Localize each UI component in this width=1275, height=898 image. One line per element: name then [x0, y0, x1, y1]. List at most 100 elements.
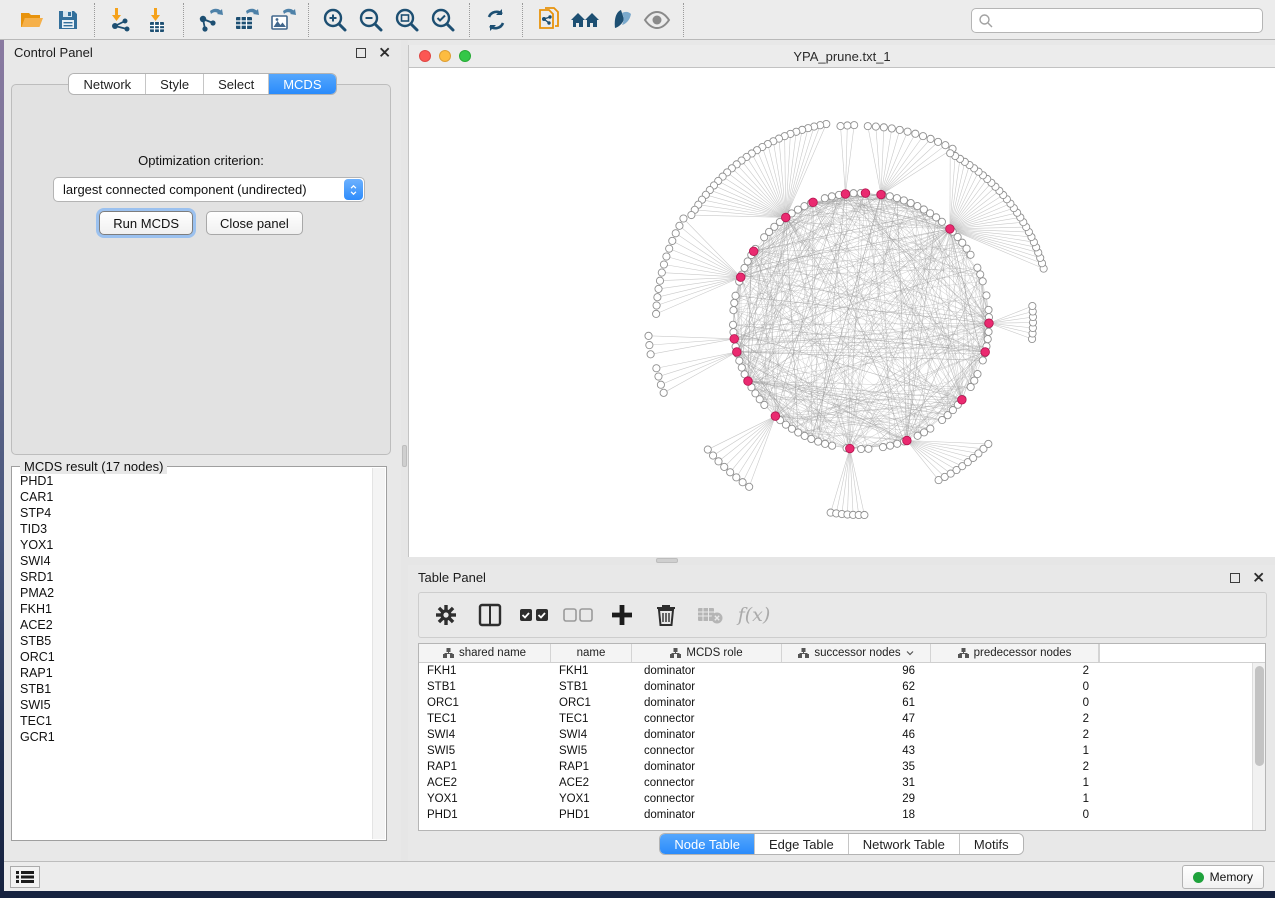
mcds-result-item[interactable]: PMA2 [20, 585, 370, 601]
close-panel-icon[interactable]: ⨯ [378, 48, 391, 58]
list-icon [16, 870, 34, 884]
mcds-result-item[interactable]: STP4 [20, 505, 370, 521]
mcds-result-item[interactable]: TEC1 [20, 713, 370, 729]
tab-motifs[interactable]: Motifs [960, 834, 1023, 854]
style-icon[interactable] [603, 4, 639, 36]
table-settings-icon[interactable] [431, 600, 461, 630]
open-file-icon[interactable] [14, 4, 50, 36]
split-panel-icon[interactable] [475, 600, 505, 630]
mcds-result-item[interactable]: SWI5 [20, 697, 370, 713]
mcds-result-item[interactable]: TID3 [20, 521, 370, 537]
mcds-result-item[interactable]: YOX1 [20, 537, 370, 553]
mcds-result-item[interactable]: ACE2 [20, 617, 370, 633]
delete-column-icon[interactable] [651, 600, 681, 630]
home-icon[interactable] [567, 4, 603, 36]
zoom-in-icon[interactable] [317, 4, 353, 36]
save-session-icon[interactable] [50, 4, 86, 36]
zoom-selected-icon[interactable] [425, 4, 461, 36]
mcds-result-item[interactable]: SRD1 [20, 569, 370, 585]
mcds-result-scrollbar[interactable] [372, 468, 385, 839]
vertical-splitter[interactable] [401, 40, 408, 861]
main-toolbar [0, 0, 1275, 40]
table-row[interactable]: YOX1YOX1connector291 [419, 791, 1265, 807]
table-row[interactable]: TEC1TEC1connector472 [419, 711, 1265, 727]
table-row[interactable]: FKH1FKH1dominator962 [419, 663, 1265, 679]
tab-select[interactable]: Select [204, 74, 269, 94]
mcds-result-list[interactable]: PHD1CAR1STP4TID3YOX1SWI4SRD1PMA2FKH1ACE2… [20, 473, 370, 836]
mcds-result-item[interactable]: SWI4 [20, 553, 370, 569]
minimize-window-icon[interactable] [439, 50, 451, 62]
mcds-result-item[interactable]: CAR1 [20, 489, 370, 505]
tab-node-table[interactable]: Node Table [660, 834, 755, 854]
mcds-result-item[interactable]: GCR1 [20, 729, 370, 745]
mcds-result-item[interactable]: STB5 [20, 633, 370, 649]
select-all-icon[interactable] [519, 600, 549, 630]
add-column-icon[interactable] [607, 600, 637, 630]
table-row[interactable]: SWI4SWI4dominator462 [419, 727, 1265, 743]
table-row[interactable]: STB1STB1dominator620 [419, 679, 1265, 695]
table-panel-title: Table Panel [418, 570, 486, 585]
float-panel-icon[interactable] [356, 48, 366, 58]
node-table[interactable]: shared namenameMCDS rolesuccessor nodesp… [418, 643, 1266, 831]
tab-network[interactable]: Network [69, 74, 146, 94]
close-window-icon[interactable] [419, 50, 431, 62]
mcds-result-item[interactable]: STB1 [20, 681, 370, 697]
network-canvas[interactable] [409, 68, 1275, 557]
mcds-result-item[interactable]: FKH1 [20, 601, 370, 617]
column-header-mcds-role[interactable]: MCDS role [632, 644, 782, 662]
delete-table-icon[interactable] [695, 600, 725, 630]
function-builder-icon[interactable]: f(x) [739, 600, 769, 630]
table-cell: FKH1 [551, 665, 632, 677]
run-mcds-button[interactable]: Run MCDS [99, 211, 193, 235]
toolbar-group-zoom [309, 3, 470, 37]
memory-status-icon [1193, 872, 1204, 883]
show-hide-icon[interactable] [639, 4, 675, 36]
memory-button[interactable]: Memory [1182, 865, 1264, 889]
table-row[interactable]: RAP1RAP1dominator352 [419, 759, 1265, 775]
table-row[interactable]: SWI5SWI5connector431 [419, 743, 1265, 759]
tab-mcds[interactable]: MCDS [269, 74, 335, 94]
export-image-icon[interactable] [264, 4, 300, 36]
export-network-icon[interactable] [192, 4, 228, 36]
zoom-window-icon[interactable] [459, 50, 471, 62]
close-panel-button[interactable]: Close panel [206, 211, 303, 235]
network-file-icon[interactable] [531, 4, 567, 36]
mcds-result-item[interactable]: PHD1 [20, 473, 370, 489]
close-panel-icon[interactable]: ⨯ [1252, 573, 1265, 583]
splitter-handle[interactable] [402, 445, 407, 467]
import-network-icon[interactable] [103, 4, 139, 36]
mcds-result-item[interactable]: RAP1 [20, 665, 370, 681]
table-row[interactable]: ORC1ORC1dominator610 [419, 695, 1265, 711]
splitter-handle[interactable] [656, 558, 678, 563]
network-window-titlebar[interactable]: YPA_prune.txt_1 [409, 45, 1275, 68]
column-header-predecessor-nodes[interactable]: predecessor nodes [931, 644, 1099, 662]
column-header-name[interactable]: name [551, 644, 632, 662]
zoom-fit-icon[interactable] [389, 4, 425, 36]
scrollbar-thumb[interactable] [1255, 666, 1264, 766]
table-row[interactable]: PHD1PHD1dominator180 [419, 807, 1265, 823]
table-cell: dominator [632, 697, 782, 709]
search-box[interactable] [971, 8, 1263, 33]
tab-style[interactable]: Style [146, 74, 204, 94]
optimization-criterion-select[interactable]: largest connected component (undirected) [53, 177, 365, 202]
search-input[interactable] [994, 11, 1262, 31]
deselect-all-icon[interactable] [563, 600, 593, 630]
import-table-icon[interactable] [139, 4, 175, 36]
tab-network-table[interactable]: Network Table [849, 834, 960, 854]
zoom-out-icon[interactable] [353, 4, 389, 36]
task-history-button[interactable] [10, 866, 40, 888]
network-window: YPA_prune.txt_1 [408, 45, 1275, 557]
table-cell: 31 [782, 777, 931, 789]
table-cell: SWI4 [419, 729, 551, 741]
table-row[interactable]: ACE2ACE2connector311 [419, 775, 1265, 791]
column-header-successor-nodes[interactable]: successor nodes [782, 644, 931, 662]
table-scrollbar[interactable] [1252, 663, 1265, 830]
export-table-icon[interactable] [228, 4, 264, 36]
horizontal-splitter[interactable] [408, 557, 1275, 565]
mcds-result-item[interactable]: ORC1 [20, 649, 370, 665]
float-panel-icon[interactable] [1230, 573, 1240, 583]
refresh-icon[interactable] [478, 4, 514, 36]
table-cell: dominator [632, 665, 782, 677]
column-header-shared-name[interactable]: shared name [419, 644, 551, 662]
tab-edge-table[interactable]: Edge Table [755, 834, 849, 854]
